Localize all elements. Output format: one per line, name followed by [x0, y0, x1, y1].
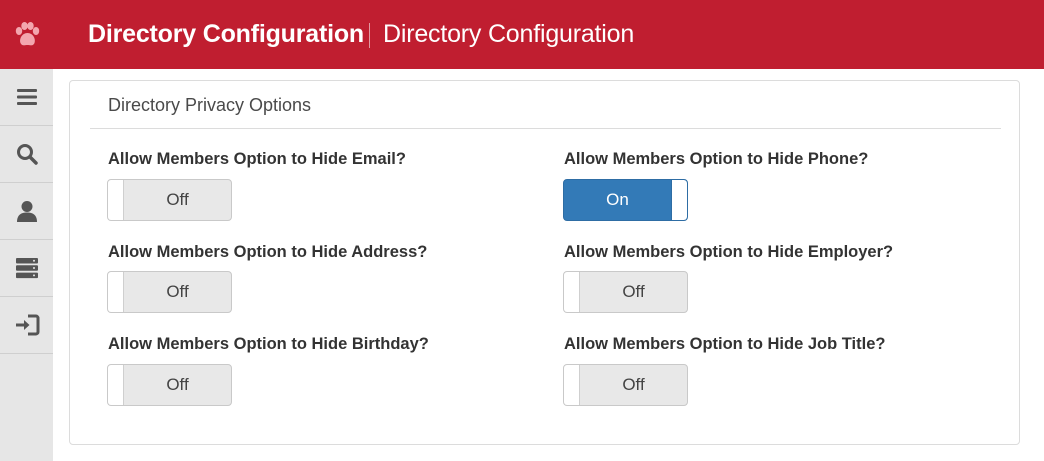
toggle-knob	[564, 365, 580, 405]
menu-icon	[16, 89, 37, 105]
toggle-state: Off	[166, 190, 189, 209]
hide-employer-label: Allow Members Option to Hide Employer?	[564, 243, 894, 261]
sidebar-item-sign-in[interactable]	[0, 297, 53, 354]
toggle-knob	[108, 180, 124, 220]
hide-phone-toggle[interactable]: On	[563, 179, 688, 221]
server-icon	[15, 258, 38, 279]
toggle-state: Off	[622, 375, 645, 394]
toggle-knob	[108, 365, 124, 405]
toggle-state: Off	[622, 282, 645, 301]
hide-employer-toggle[interactable]: Off	[563, 271, 688, 313]
search-icon	[16, 144, 38, 165]
sidebar-item-menu[interactable]	[0, 69, 53, 126]
hide-phone-label: Allow Members Option to Hide Phone?	[564, 150, 869, 168]
hide-birthday-toggle[interactable]: Off	[107, 364, 232, 406]
page-subtitle: Directory Configuration	[383, 20, 635, 48]
hide-email-label: Allow Members Option to Hide Email?	[108, 150, 406, 168]
toggle-state: Off	[166, 375, 189, 394]
app-header: Directory Configuration Directory Config…	[0, 0, 1044, 69]
sidebar-item-user[interactable]	[0, 183, 53, 240]
title-divider	[369, 23, 370, 48]
user-icon	[16, 201, 37, 222]
toggle-knob	[108, 272, 124, 312]
toggle-knob	[671, 180, 687, 220]
sidebar	[0, 69, 53, 461]
panel-title: Directory Privacy Options	[108, 95, 312, 115]
hide-address-label: Allow Members Option to Hide Address?	[108, 243, 428, 261]
hide-email-toggle[interactable]: Off	[107, 179, 232, 221]
sidebar-item-server[interactable]	[0, 240, 53, 297]
toggle-knob	[564, 272, 580, 312]
page-title: Directory Configuration	[88, 20, 364, 48]
sidebar-item-search[interactable]	[0, 126, 53, 183]
paw-logo-icon[interactable]	[0, 0, 53, 69]
hide-job-title-toggle[interactable]: Off	[563, 364, 688, 406]
toggle-state: Off	[166, 282, 189, 301]
hide-birthday-label: Allow Members Option to Hide Birthday?	[108, 335, 429, 353]
hide-address-toggle[interactable]: Off	[107, 271, 232, 313]
sign-in-icon	[15, 314, 39, 336]
toggle-state: On	[606, 190, 629, 209]
hide-job-title-label: Allow Members Option to Hide Job Title?	[564, 335, 886, 353]
panel-divider	[90, 128, 1001, 129]
